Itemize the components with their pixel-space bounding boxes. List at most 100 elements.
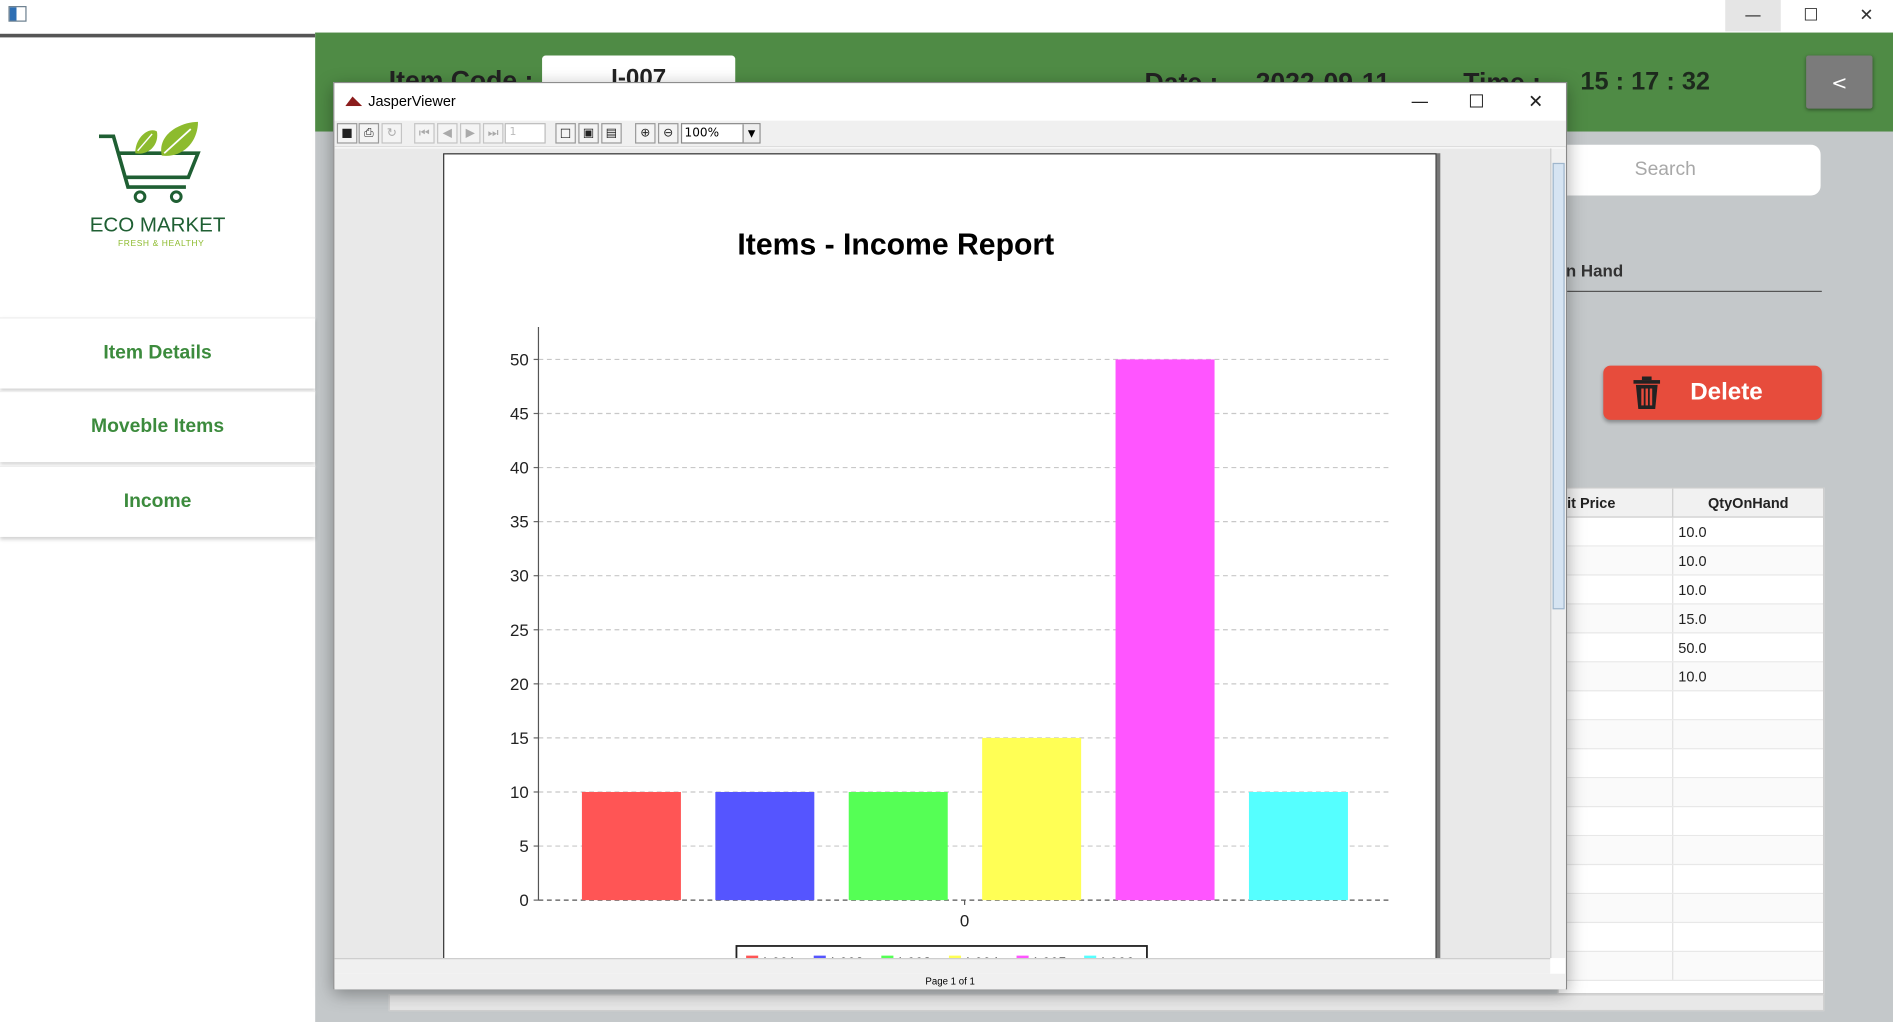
previous-page-icon[interactable]: ◀	[437, 123, 458, 144]
y-tick-label: 35	[510, 513, 529, 532]
reload-icon[interactable]: ↻	[381, 123, 403, 144]
report-page: Items - Income Report 0 5 10 15 20 25 30 35 40 45 5…	[443, 153, 1437, 959]
y-tick-label: 15	[510, 729, 529, 748]
close-button[interactable]: ✕	[1839, 0, 1893, 31]
cell-qty-on-hand: 15.0	[1678, 609, 1707, 627]
cell-unit-price	[1559, 894, 1674, 922]
table-row[interactable]	[1558, 865, 1824, 895]
cell-qty-on-hand	[1673, 778, 1823, 806]
brand-name: ECO MARKET	[89, 213, 226, 237]
page-status: Page 1 of 1	[334, 973, 1566, 990]
table-row[interactable]: 10.0	[1558, 546, 1824, 576]
clock-value: 15 : 17 : 32	[1580, 67, 1711, 96]
minimize-button[interactable]: —	[1725, 0, 1781, 32]
y-tick-label: 20	[510, 675, 529, 694]
y-tick-label: 45	[510, 405, 529, 424]
fit-page-icon[interactable]: ▣	[578, 123, 599, 144]
cell-qty-on-hand	[1673, 952, 1823, 980]
next-page-icon[interactable]: ▶	[459, 123, 481, 144]
table-row[interactable]	[1558, 894, 1824, 924]
cell-unit-price	[1559, 778, 1674, 807]
cell-unit-price	[1559, 749, 1674, 778]
last-page-icon[interactable]: ⏭	[482, 123, 504, 144]
viewer-vertical-scrollbar[interactable]	[1550, 148, 1566, 959]
zoom-out-icon[interactable]: ⊖	[657, 123, 679, 144]
jasper-logo-icon	[345, 96, 363, 107]
bar-i-005	[1115, 359, 1215, 901]
viewer-scroll-thumb[interactable]	[1552, 162, 1565, 610]
income-bar-chart: Items - Income Report 0 5 10 15 20 25 30 35 40 45 5…	[510, 229, 1393, 959]
bar-i-001	[581, 791, 681, 901]
qty-on-hand-field-underline[interactable]	[1557, 290, 1822, 292]
cell-unit-price	[1559, 633, 1674, 662]
chevron-down-icon[interactable]: ▼	[742, 124, 760, 143]
table-row[interactable]	[1558, 778, 1824, 808]
page-number-input[interactable]: 1	[504, 123, 546, 144]
trash-icon	[1633, 376, 1661, 410]
table-row[interactable]	[1558, 952, 1824, 981]
table-row[interactable]	[1558, 749, 1824, 779]
app-icon	[8, 6, 27, 22]
cell-qty-on-hand	[1673, 865, 1823, 893]
nav-income[interactable]: Income	[0, 465, 316, 537]
table-row[interactable]: 10.0	[1558, 575, 1824, 605]
cell-unit-price	[1559, 517, 1674, 546]
cell-unit-price	[1559, 807, 1674, 835]
zoom-in-icon[interactable]: ⊕	[635, 123, 656, 144]
back-button[interactable]: <	[1806, 55, 1873, 109]
table-row[interactable]	[1558, 691, 1824, 721]
save-icon[interactable]: ■	[336, 123, 358, 144]
cell-unit-price	[1559, 604, 1674, 633]
bar-i-002	[715, 791, 815, 901]
viewer-titlebar: JasperViewer — ☐ ✕	[334, 83, 1566, 121]
first-page-icon[interactable]: ⏮	[414, 123, 435, 144]
fit-width-icon[interactable]: ▤	[601, 123, 622, 144]
table-body: 10.0 10.0 10.0 15.0 50.0 10.0	[1558, 517, 1824, 981]
bar-i-004	[982, 737, 1082, 901]
cell-qty-on-hand: 10.0	[1678, 667, 1707, 685]
chart-title: Items - Income Report	[737, 229, 1054, 262]
search-input[interactable]: Search	[1557, 144, 1821, 196]
table-row[interactable]	[1558, 923, 1824, 953]
table-row[interactable]: 15.0	[1558, 604, 1824, 634]
qty-on-hand-label: n Hand	[1565, 260, 1624, 280]
actual-size-icon[interactable]: □	[555, 123, 576, 144]
cell-unit-price	[1559, 546, 1674, 575]
column-header-qty-on-hand[interactable]: QtyOnHand	[1674, 489, 1823, 517]
cell-unit-price	[1559, 575, 1674, 604]
zoom-select[interactable]: 100% ▼	[680, 123, 761, 144]
delete-button[interactable]: Delete	[1603, 365, 1822, 420]
table-row[interactable]	[1558, 807, 1824, 837]
cell-qty-on-hand	[1673, 836, 1823, 864]
viewer-maximize-button[interactable]: ☐	[1461, 89, 1492, 113]
viewer-minimize-button[interactable]: —	[1404, 89, 1435, 113]
viewer-horizontal-scrollbar[interactable]	[334, 958, 1551, 974]
cell-qty-on-hand: 50.0	[1678, 638, 1707, 656]
y-tick-label: 40	[510, 459, 529, 478]
maximize-button[interactable]: ☐	[1783, 0, 1839, 31]
cell-unit-price	[1559, 836, 1674, 864]
table-header: it Price QtyOnHand	[1558, 488, 1824, 518]
cell-qty-on-hand	[1673, 894, 1823, 922]
cell-qty-on-hand	[1673, 720, 1823, 748]
table-row[interactable]: 10.0	[1558, 517, 1824, 547]
cell-qty-on-hand: 10.0	[1678, 580, 1707, 598]
nav-item-details[interactable]: Item Details	[0, 317, 316, 389]
viewer-title: JasperViewer	[368, 92, 456, 110]
window-titlebar: — ☐ ✕	[0, 0, 1893, 33]
cell-unit-price	[1559, 691, 1674, 720]
y-tick-label: 5	[519, 837, 528, 856]
viewer-close-button[interactable]: ✕	[1520, 89, 1551, 113]
items-table[interactable]: it Price QtyOnHand 10.0 10.0 10.0 15.0 50.0 1…	[1557, 487, 1825, 995]
nav-moveble-items[interactable]: Moveble Items	[0, 390, 316, 463]
table-row[interactable]: 50.0	[1558, 633, 1824, 663]
column-header-unit-price[interactable]: it Price	[1559, 488, 1674, 517]
table-row[interactable]: 10.0	[1558, 662, 1824, 692]
table-row[interactable]	[1558, 836, 1824, 866]
cell-qty-on-hand	[1673, 749, 1823, 777]
y-tick-label: 25	[510, 621, 529, 640]
table-horizontal-scrollbar[interactable]	[388, 994, 1825, 1012]
cell-qty-on-hand	[1673, 807, 1823, 835]
table-row[interactable]	[1558, 720, 1824, 750]
print-icon[interactable]: ⎙	[358, 123, 380, 144]
